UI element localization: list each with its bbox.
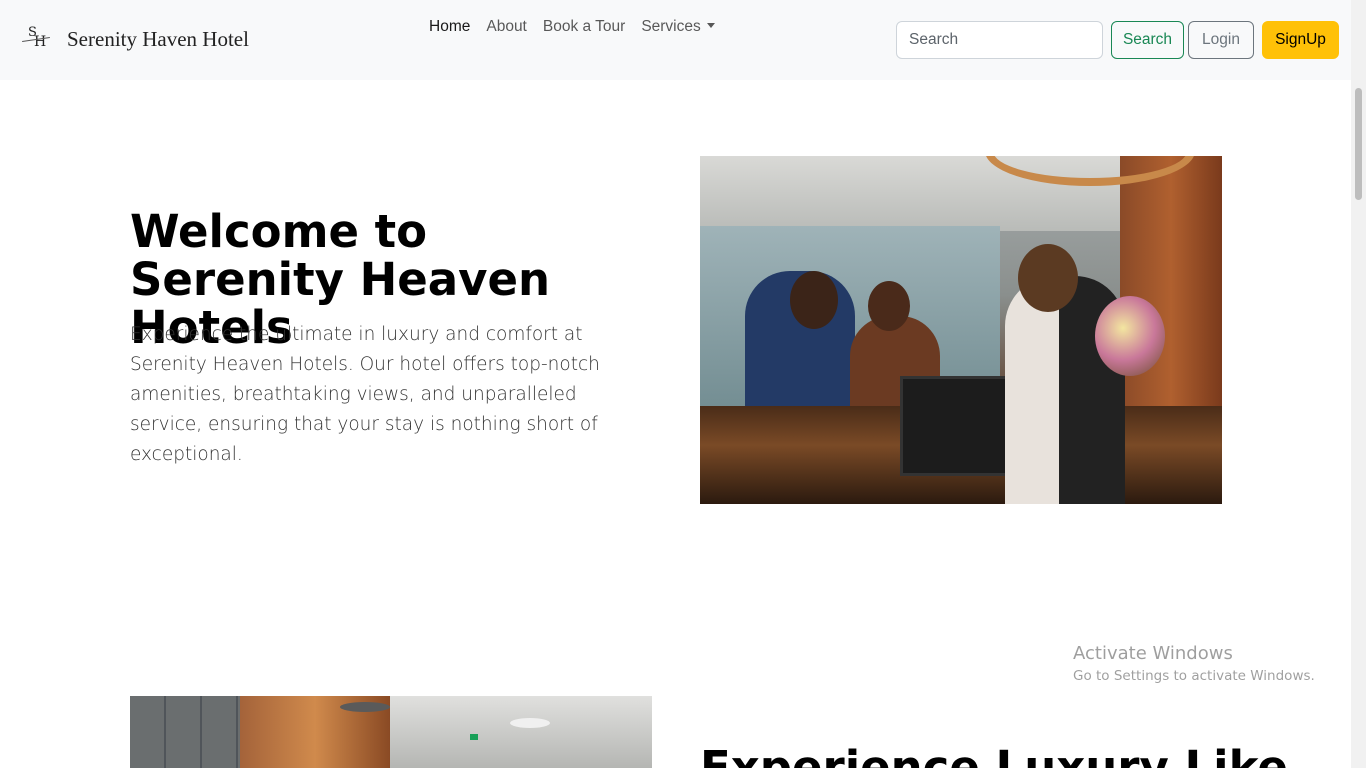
search-input[interactable] bbox=[896, 21, 1103, 59]
brand-logo-icon: SH bbox=[22, 24, 52, 54]
nav-links: Home About Book a Tour Services bbox=[429, 18, 715, 36]
lobby-image bbox=[130, 696, 652, 768]
scrollbar-thumb[interactable] bbox=[1355, 88, 1362, 200]
login-button[interactable]: Login bbox=[1188, 21, 1254, 59]
nav-item-about[interactable]: About bbox=[486, 18, 527, 36]
page: SH Serenity Haven Hotel Home About Book … bbox=[0, 0, 1366, 768]
hero-image bbox=[700, 156, 1222, 504]
nav-item-services-label: Services bbox=[641, 18, 701, 35]
page-scrollbar[interactable] bbox=[1351, 0, 1366, 768]
signup-button[interactable]: SignUp bbox=[1262, 21, 1339, 59]
watermark-subtitle: Go to Settings to activate Windows. bbox=[1073, 668, 1315, 684]
section2-title: Experience Luxury Like bbox=[700, 742, 1320, 768]
nav-item-book-a-tour[interactable]: Book a Tour bbox=[543, 18, 625, 36]
brand-name: Serenity Haven Hotel bbox=[67, 26, 249, 51]
watermark-title: Activate Windows bbox=[1073, 643, 1233, 664]
navbar: SH Serenity Haven Hotel Home About Book … bbox=[0, 0, 1351, 80]
caret-down-icon bbox=[706, 23, 715, 28]
brand[interactable]: SH Serenity Haven Hotel bbox=[22, 24, 249, 54]
windows-activation-watermark: Activate Windows Go to Settings to activ… bbox=[1073, 643, 1315, 687]
nav-item-home[interactable]: Home bbox=[429, 18, 470, 36]
nav-item-services[interactable]: Services bbox=[641, 18, 715, 36]
hero-description: Experience the ultimate in luxury and co… bbox=[130, 324, 600, 465]
search-button[interactable]: Search bbox=[1111, 21, 1184, 59]
